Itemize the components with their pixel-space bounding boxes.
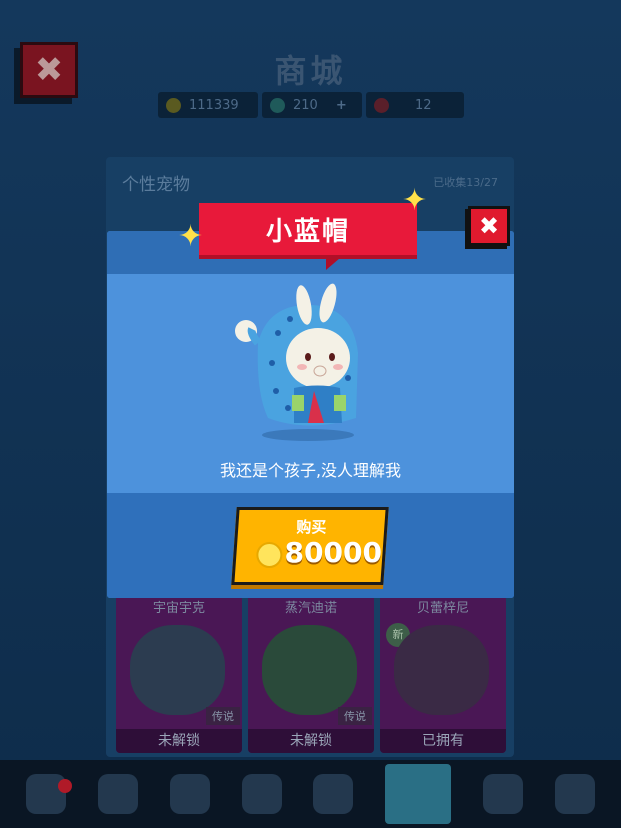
creature-icon[interactable] bbox=[241, 774, 282, 814]
panel-title: 个性宠物 bbox=[122, 174, 190, 195]
pet-card[interactable]: 宇宙宇克 传说 未解锁 bbox=[116, 595, 242, 753]
pet-name: 小蓝帽 bbox=[265, 216, 350, 247]
card-status: 未解锁 bbox=[248, 729, 374, 753]
face-icon[interactable] bbox=[313, 774, 354, 814]
card-status: 已拥有 bbox=[380, 729, 506, 753]
pet-cards: 宇宙宇克 传说 未解锁 蒸汽迪诺 传说 未解锁 贝蕾梓尼 新 已拥有 bbox=[116, 595, 506, 753]
pet-card[interactable]: 贝蕾梓尼 新 已拥有 bbox=[380, 595, 506, 753]
pet-card[interactable]: 蒸汽迪诺 传说 未解锁 bbox=[248, 595, 374, 753]
add-gems-button[interactable]: + bbox=[336, 98, 347, 113]
panel-header: 个性宠物 已收集13/27 bbox=[106, 157, 514, 207]
ticket-counter: 12 bbox=[366, 92, 464, 118]
coin-counter: 111339 bbox=[158, 92, 258, 118]
shop-title: 商城 bbox=[274, 52, 347, 90]
collected-count: 已收集13/27 bbox=[433, 176, 498, 189]
lotus-icon[interactable] bbox=[555, 774, 596, 814]
pet-art bbox=[130, 625, 225, 715]
coin-icon bbox=[256, 542, 283, 568]
buy-button[interactable]: 购买 80000 bbox=[231, 507, 389, 585]
bottom-tab-bar bbox=[0, 760, 621, 828]
pet-art bbox=[394, 625, 489, 715]
sparkle-icon: ✦ bbox=[178, 219, 204, 254]
resource-bar: 111339 210 + 12 bbox=[158, 92, 464, 118]
buy-price: 80000 bbox=[284, 536, 382, 569]
close-icon: ✖ bbox=[478, 212, 500, 240]
card-status: 未解锁 bbox=[116, 729, 242, 753]
pet-art bbox=[262, 625, 357, 715]
chest-icon[interactable] bbox=[97, 774, 138, 814]
ribbon-tail bbox=[326, 258, 340, 270]
gem-counter: 210 + bbox=[262, 92, 362, 118]
sparkle-icon: ✦ bbox=[402, 183, 428, 218]
pet-icon[interactable] bbox=[385, 764, 452, 824]
modal-close-button[interactable]: ✖ bbox=[468, 206, 510, 246]
notification-dot bbox=[58, 779, 72, 793]
gem-icon bbox=[270, 97, 285, 113]
chat-icon[interactable] bbox=[169, 774, 210, 814]
pet-name-ribbon: 小蓝帽 bbox=[199, 203, 417, 259]
coin-icon bbox=[166, 97, 181, 113]
buy-label: 购买 bbox=[296, 518, 327, 536]
pet-description: 我还是个孩子,没人理解我 bbox=[219, 461, 402, 480]
pet-illustration bbox=[235, 283, 358, 441]
ticket-icon bbox=[374, 97, 389, 113]
rarity-tag: 传说 bbox=[338, 707, 372, 725]
rarity-tag: 传说 bbox=[206, 707, 240, 725]
stamp-icon[interactable] bbox=[483, 774, 524, 814]
